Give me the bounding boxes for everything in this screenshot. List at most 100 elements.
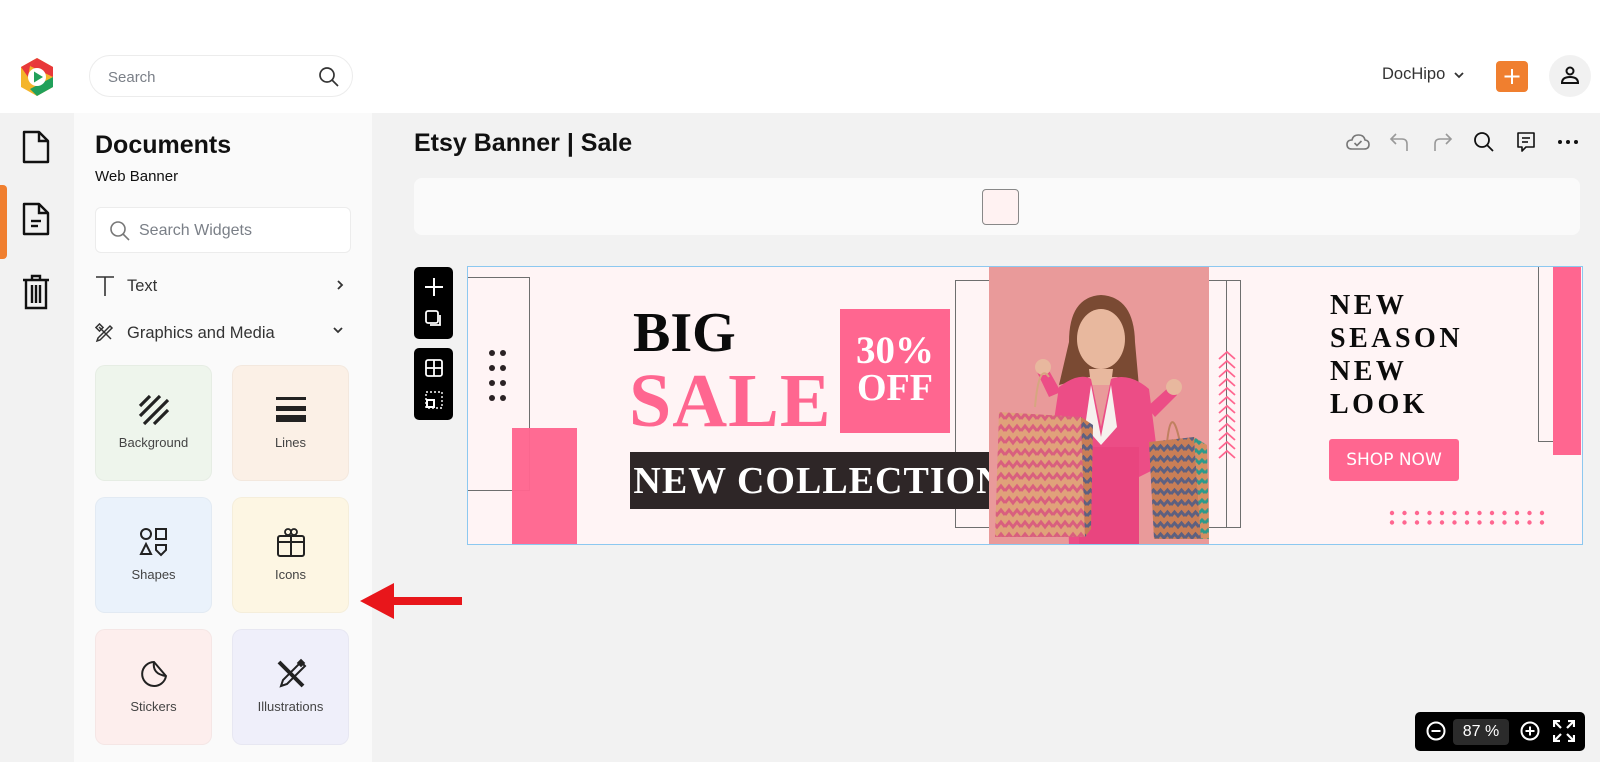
decor-dot	[1402, 510, 1407, 516]
decor-dot	[1527, 520, 1532, 525]
duplicate-icon	[424, 310, 441, 326]
decor-dot	[1464, 520, 1470, 525]
zoom-level[interactable]: 87 %	[1453, 719, 1509, 745]
decor-dot	[1539, 510, 1545, 516]
document-icon	[22, 130, 50, 164]
discount-off: OFF	[857, 367, 933, 409]
tile-background[interactable]: Background	[95, 365, 212, 481]
workspace-label: DocHipo	[1382, 65, 1446, 83]
tile-label: Stickers	[130, 699, 177, 714]
tile-label: Lines	[274, 435, 307, 450]
plus-icon	[1504, 69, 1520, 84]
user-avatar[interactable]	[1549, 55, 1591, 97]
decor-dot	[1489, 520, 1495, 525]
undo-icon[interactable]	[1388, 130, 1412, 154]
tagline-line: NEW	[1330, 290, 1408, 321]
rail-item-documents[interactable]	[0, 113, 74, 185]
dot-grid-decoration	[1389, 510, 1545, 525]
global-search-input[interactable]	[108, 66, 308, 88]
sticker-icon	[140, 660, 167, 687]
tagline-line: SEASON	[1330, 323, 1464, 354]
zoom-out-button[interactable]	[1425, 720, 1447, 747]
zoom-value: 87	[1462, 723, 1481, 740]
cloud-saved-icon[interactable]	[1346, 130, 1370, 154]
grid-button[interactable]	[414, 352, 453, 384]
shapes-icon	[138, 528, 167, 557]
decor-dot	[1414, 520, 1420, 525]
collection-block[interactable]: NEW COLLECTION	[630, 452, 1008, 509]
plus-icon	[424, 278, 443, 296]
trash-icon	[23, 274, 49, 310]
tagline[interactable]: NEW SEASON NEW LOOK	[1330, 289, 1463, 421]
tile-label: Illustrations	[257, 699, 324, 714]
zoom-unit: %	[1485, 723, 1500, 740]
big-text[interactable]: BIG	[633, 305, 736, 361]
app-logo[interactable]	[18, 57, 56, 97]
tile-shapes[interactable]: Shapes	[95, 497, 212, 613]
canvas-side-tools	[414, 267, 453, 429]
dots-decoration	[489, 350, 506, 401]
decor-dot	[1389, 510, 1395, 516]
zoom-in-button[interactable]	[1519, 720, 1541, 747]
fit-screen-button[interactable]	[1552, 719, 1576, 747]
banner-canvas[interactable]: BIG SALE 30% OFF NEW COLLECTION NEW SEAS…	[467, 266, 1583, 545]
tile-icons[interactable]: Icons	[232, 497, 349, 613]
resize-button[interactable]	[414, 384, 453, 416]
page-thumbnail[interactable]	[982, 189, 1019, 225]
collection-text: NEW COLLECTION	[633, 460, 1005, 502]
redo-icon[interactable]	[1430, 130, 1454, 154]
decor-dot	[1477, 520, 1482, 525]
add-button[interactable]	[1496, 61, 1528, 92]
more-icon[interactable]	[1556, 130, 1580, 154]
discount-block[interactable]: 30% OFF	[840, 309, 950, 433]
annotation-arrow-icon	[360, 583, 462, 619]
search-icon[interactable]	[1472, 130, 1496, 154]
decor-dot	[1464, 510, 1470, 516]
model-photo[interactable]	[989, 267, 1209, 544]
category-graphics-and-media[interactable]: Graphics and Media	[95, 318, 351, 348]
decor-dot	[1502, 520, 1507, 525]
sale-text[interactable]: SALE	[629, 363, 832, 439]
resize-icon	[424, 391, 443, 409]
decor-dot	[1427, 510, 1432, 516]
chevrons-decoration	[1218, 351, 1236, 459]
editor-toolbar	[1346, 130, 1580, 154]
duplicate-page-button[interactable]	[414, 303, 453, 335]
decor-dot	[1477, 510, 1482, 516]
search-icon[interactable]	[318, 66, 340, 88]
tile-lines[interactable]: Lines	[232, 365, 349, 481]
stripes-icon	[138, 394, 169, 426]
pen-ruler-icon	[277, 658, 306, 688]
chevron-down-icon	[333, 327, 343, 334]
widget-search[interactable]	[95, 207, 351, 253]
tile-illustrations[interactable]: Illustrations	[232, 629, 349, 745]
search-icon	[110, 221, 130, 241]
comment-icon[interactable]	[1514, 130, 1538, 154]
graphics-icon	[95, 323, 114, 343]
document-title[interactable]: Etsy Banner | Sale	[414, 129, 632, 158]
category-label: Text	[127, 276, 158, 295]
category-text[interactable]: Text	[95, 271, 351, 301]
decor-dot	[1527, 510, 1532, 516]
decor-dot	[1502, 510, 1507, 516]
document-lines-icon	[22, 202, 50, 236]
zoom-in-icon	[1520, 721, 1540, 741]
left-rail	[0, 113, 74, 762]
chevron-down-icon	[1454, 71, 1464, 78]
shop-now-button[interactable]: SHOP NOW	[1329, 439, 1459, 481]
tile-stickers[interactable]: Stickers	[95, 629, 212, 745]
widget-search-input[interactable]	[139, 220, 339, 242]
workspace-dropdown[interactable]: DocHipo	[1382, 65, 1465, 84]
add-page-button[interactable]	[414, 271, 453, 303]
decor-dot	[1452, 510, 1457, 516]
decor-dot	[1414, 510, 1420, 516]
global-search[interactable]	[89, 55, 353, 97]
decor-dot	[1452, 520, 1457, 525]
gift-icon	[276, 528, 305, 557]
model-illustration	[995, 295, 1209, 544]
rail-item-trash[interactable]	[0, 257, 74, 329]
rail-item-web-banner[interactable]	[0, 185, 74, 259]
pink-strip	[1553, 267, 1581, 455]
text-icon	[96, 276, 114, 296]
grid-icon	[424, 359, 443, 377]
